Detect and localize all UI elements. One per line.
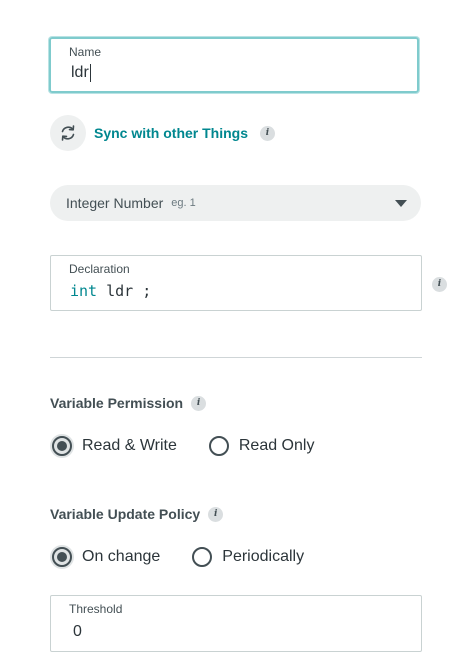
radio-read-only[interactable]: Read Only [207,434,315,458]
radio-on-change-label: On change [82,548,161,565]
declaration-code: int ldr ; [70,282,151,300]
radio-periodically-ring [190,545,214,569]
radio-read-write[interactable]: Read & Write [50,434,177,458]
declaration-label: Declaration [69,262,130,276]
radio-periodically[interactable]: Periodically [190,545,304,569]
update-policy-info-icon[interactable]: i [208,506,224,522]
radio-read-only-label: Read Only [238,437,315,454]
type-select-value: Integer Number [66,195,164,211]
permission-radio-group: Read & Write Read Only [50,434,344,458]
radio-on-change-indicator[interactable] [52,547,72,567]
update-policy-radio-group: On change Periodically [50,545,334,569]
name-field-label: Name [69,45,102,59]
radio-read-write-indicator[interactable] [52,436,72,456]
radio-periodically-indicator[interactable] [192,547,213,567]
variable-type-select[interactable]: Integer Number eg. 1 [50,185,421,221]
sync-with-other-things-link[interactable]: Sync with other Things [94,125,248,141]
variable-update-policy-label: Variable Update Policy [50,506,201,522]
declaration-info-icon[interactable]: i [432,277,447,292]
type-select-hint: eg. 1 [171,197,196,209]
declaration-identifier: ldr ; [97,282,152,300]
variable-permission-title: Variable Permission i [50,395,207,411]
radio-read-only-ring [207,434,231,458]
sync-icon [61,125,75,141]
radio-read-write-ring [50,434,74,458]
variable-editor-form: Name ldr Sync with other Things i Intege… [0,0,474,668]
name-field[interactable]: Name ldr [49,37,419,93]
permission-info-icon[interactable]: i [191,395,207,411]
radio-read-write-label: Read & Write [82,437,177,454]
radio-on-change[interactable]: On change [50,545,160,569]
sync-row: Sync with other Things i [50,115,276,151]
threshold-label: Threshold [69,602,123,616]
radio-on-change-ring [50,545,74,569]
declaration-keyword: int [70,282,98,300]
radio-periodically-label: Periodically [222,548,305,565]
name-input[interactable]: ldr [71,64,91,82]
sync-info-icon[interactable]: i [260,125,276,141]
sync-button[interactable] [50,115,86,151]
variable-update-policy-title: Variable Update Policy i [50,506,224,522]
text-caret [89,64,91,82]
radio-read-only-indicator[interactable] [208,436,229,456]
name-input-value: ldr [71,64,89,81]
threshold-input[interactable]: 0 [73,623,82,641]
variable-permission-label: Variable Permission [50,395,184,411]
declaration-field: Declaration int ldr ; [50,255,422,311]
threshold-field[interactable]: Threshold 0 [50,595,422,652]
chevron-down-icon [395,200,407,207]
section-divider [50,357,422,358]
